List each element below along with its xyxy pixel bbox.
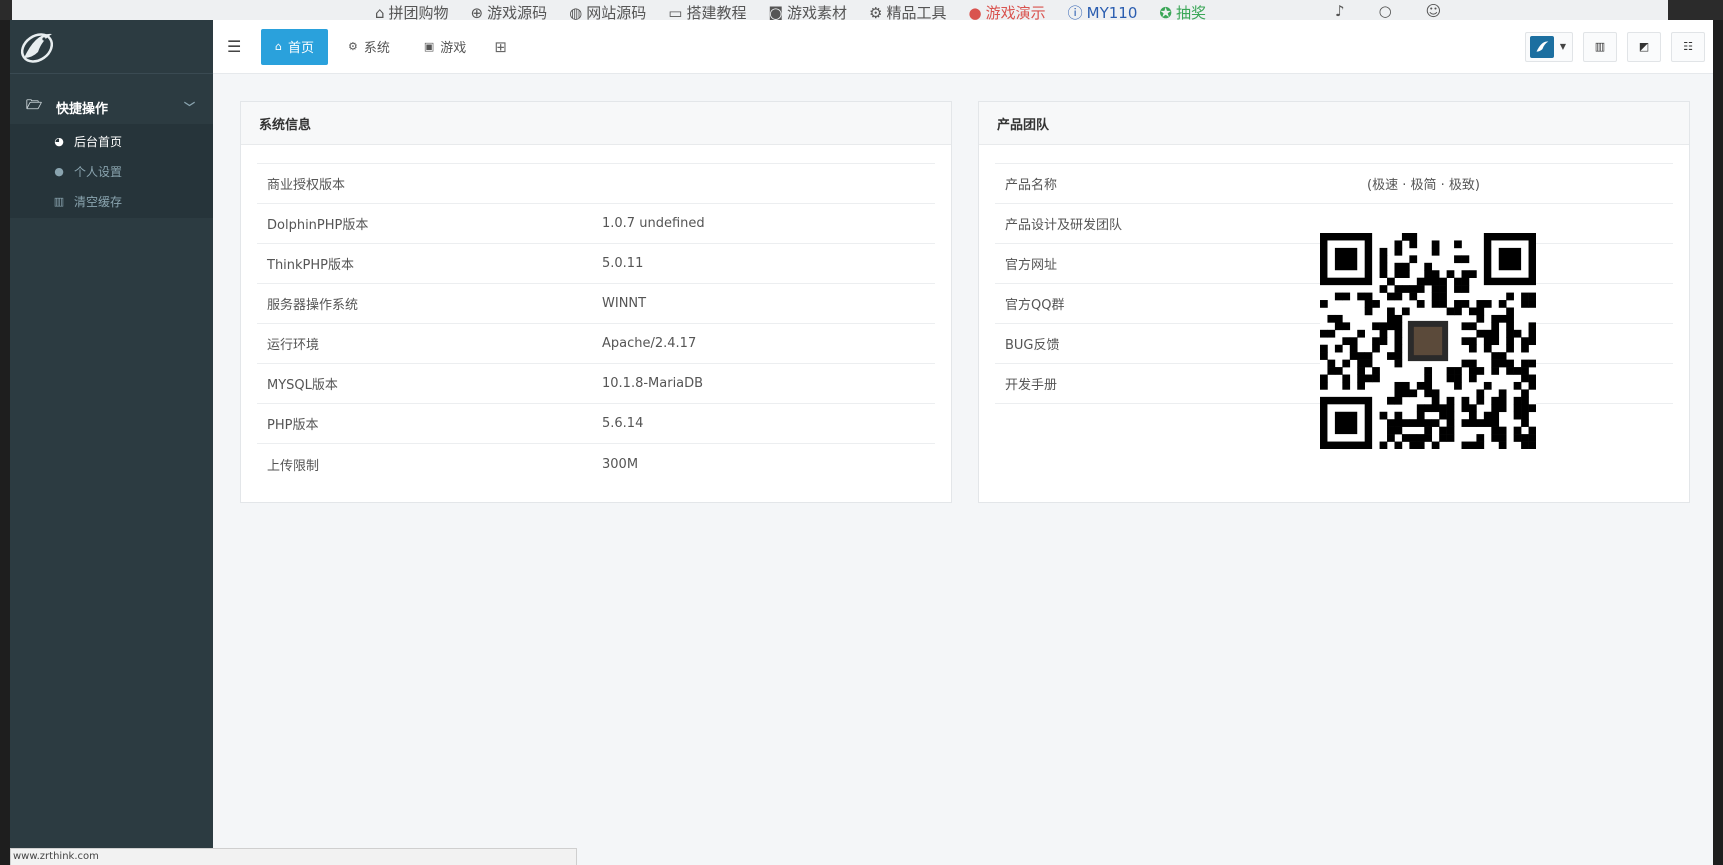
site-nav-item[interactable]: ⓘ MY110 <box>1067 2 1138 21</box>
clear-cache-button[interactable]: ▥ <box>1583 31 1617 62</box>
list-icon: ☷ <box>1683 40 1693 53</box>
browser-status-bar: www.zrthink.com <box>10 848 577 865</box>
gear-icon: ⚙ <box>348 40 358 53</box>
user-avatar-icon[interactable]: ☺ <box>1426 2 1442 20</box>
pin-icon: ● <box>968 3 982 21</box>
top-header: ☰ ⌂ 首页 ⚙ 系统 ▣ 游戏 ⊞ ▼ ▥ ◩ ☷ <box>213 20 1713 74</box>
cart-icon: ⌂ <box>375 3 385 21</box>
panel-title: 产品团队 <box>979 102 1689 145</box>
user-menu-button[interactable]: ▼ <box>1524 31 1573 62</box>
apps-grid-button[interactable]: ⊞ <box>486 29 515 65</box>
site-nav-items: ⌂ 拼团购物 ⊕ 游戏源码 ◍ 网站源码 ▭ 搭建教程 ◙ 游戏素材 ⚙ 精品工具 ● 游戏演… <box>375 2 1206 21</box>
sidebar-item-clear-cache[interactable]: ▥ 清空缓存 <box>10 186 213 216</box>
globe-icon: ◍ <box>569 3 583 21</box>
qr-code-image <box>1320 233 1536 449</box>
menu-toggle-icon[interactable]: ☰ <box>227 37 261 56</box>
table-row: MYSQL版本 10.1.8-MariaDB <box>257 364 935 404</box>
background-site-nav: ⌂ 拼团购物 ⊕ 游戏源码 ◍ 网站源码 ▭ 搭建教程 ◙ 游戏素材 ⚙ 精品工具 ● 游戏演… <box>0 0 1723 20</box>
folder-open-icon: 🗁 <box>26 98 43 113</box>
grid-icon: ⊞ <box>494 37 507 56</box>
dolphin-logo-icon <box>20 32 54 63</box>
site-nav-item[interactable]: ⌂ 拼团购物 <box>375 2 449 21</box>
system-info-panel: 系统信息 商业授权版本 DolphinPHP版本 1.0.7 undefined … <box>240 101 952 503</box>
site-nav-item[interactable]: ⊕ 游戏源码 <box>470 2 548 21</box>
bell-icon[interactable]: ♪ <box>1335 2 1345 20</box>
dolphin-avatar-icon <box>1536 40 1549 52</box>
gift-icon: ✪ <box>1159 3 1172 21</box>
header-actions: ▼ ▥ ◩ ☷ <box>1524 31 1705 62</box>
table-row: DolphinPHP版本 1.0.7 undefined <box>257 204 935 244</box>
user-icon: ● <box>54 164 64 178</box>
system-info-table: 商业授权版本 DolphinPHP版本 1.0.7 undefined Think… <box>257 163 935 484</box>
site-nav-item[interactable]: ⚙ 精品工具 <box>869 2 946 21</box>
sidebar-item-profile[interactable]: ● 个人设置 <box>10 156 213 186</box>
trash-icon: ▥ <box>53 194 65 208</box>
status-url: www.zrthink.com <box>13 851 99 862</box>
menu-head-quick-actions[interactable]: 🗁 快捷操作 ﹀ <box>10 90 213 124</box>
sidebar: 🗁 快捷操作 ﹀ ◕ 后台首页 ● 个人设置 ▥ 清空缓存 <box>10 20 213 865</box>
sidebar-toggle-button[interactable]: ☷ <box>1671 31 1705 62</box>
home-icon: ⌂ <box>275 40 282 53</box>
admin-app: 🗁 快捷操作 ﹀ ◕ 后台首页 ● 个人设置 ▥ 清空缓存 ☰ ⌂ 首页 ⚙ 系… <box>10 20 1713 865</box>
panel-title: 系统信息 <box>241 102 951 145</box>
site-nav-item[interactable]: ◍ 网站源码 <box>569 2 646 21</box>
monitor-icon: ▭ <box>668 3 683 21</box>
table-row: 运行环境 Apache/2.4.17 <box>257 324 935 364</box>
caret-down-icon: ▼ <box>1559 42 1566 51</box>
table-row: 服务器操作系统 WINNT <box>257 284 935 324</box>
dashboard-icon: ◕ <box>54 134 64 148</box>
avatar <box>1529 35 1554 58</box>
camera-icon: ◙ <box>768 3 784 21</box>
game-icon: ▣ <box>423 40 435 53</box>
info-icon: ⓘ <box>1067 4 1083 20</box>
chevron-down-icon: ﹀ <box>184 101 195 114</box>
logo[interactable] <box>10 20 213 74</box>
trash-icon: ▥ <box>1594 40 1606 53</box>
gear-icon: ⚙ <box>869 3 883 21</box>
search-icon[interactable]: ○ <box>1379 2 1392 20</box>
table-row: 商业授权版本 <box>257 164 935 204</box>
gamepad-icon: ⊕ <box>470 3 484 21</box>
expand-icon: ◩ <box>1638 40 1650 53</box>
tab-game[interactable]: ▣ 游戏 <box>410 29 480 65</box>
site-nav-item[interactable]: ● 游戏演示 <box>968 2 1046 21</box>
tab-home[interactable]: ⌂ 首页 <box>261 28 328 65</box>
fullscreen-button[interactable]: ◩ <box>1627 31 1661 62</box>
table-row: 上传限制 300M <box>267 456 639 474</box>
site-nav-item[interactable]: ◙ 游戏素材 <box>768 2 847 21</box>
site-nav-item[interactable]: ▭ 搭建教程 <box>668 2 746 21</box>
sidebar-item-dashboard[interactable]: ◕ 后台首页 <box>10 126 213 156</box>
site-nav-item[interactable]: ✪ 抽奖 <box>1159 2 1206 21</box>
menu-group-quick: 🗁 快捷操作 ﹀ ◕ 后台首页 ● 个人设置 ▥ 清空缓存 <box>10 90 213 218</box>
table-row: ThinkPHP版本 5.0.11 <box>257 244 935 284</box>
tab-system[interactable]: ⚙ 系统 <box>334 29 404 65</box>
table-row: PHP版本 5.6.14 <box>257 404 935 444</box>
table-row: 产品名称 (极速 · 极简 · 极致) <box>995 164 1673 204</box>
submenu-quick-actions: ◕ 后台首页 ● 个人设置 ▥ 清空缓存 <box>10 124 213 218</box>
